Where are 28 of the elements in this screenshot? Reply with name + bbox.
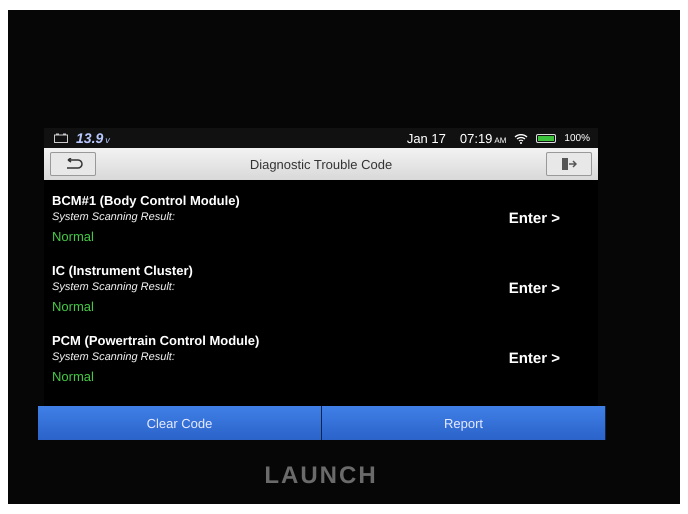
scan-result: Normal: [52, 228, 95, 244]
battery-icon: [536, 134, 556, 142]
exit-door-icon: [561, 157, 577, 171]
enter-button[interactable]: Enter >: [508, 280, 560, 296]
wifi-icon: [514, 132, 528, 144]
battery-percent: 100%: [564, 132, 590, 144]
clear-code-button[interactable]: Clear Code: [38, 406, 322, 440]
scan-result-label: System Scanning Result:: [52, 280, 176, 292]
report-button[interactable]: Report: [322, 406, 606, 440]
scan-result-label: System Scanning Result:: [52, 350, 176, 362]
bezel-logo: LAUNCH: [264, 462, 378, 490]
voltage-reading: 13.9: [76, 130, 104, 146]
module-name: PCM (Powertrain Control Module): [52, 332, 260, 348]
exit-button[interactable]: [546, 152, 592, 176]
voltage-unit: v: [105, 135, 110, 145]
scan-result: Normal: [52, 368, 95, 384]
enter-button[interactable]: Enter >: [508, 210, 560, 226]
module-name: IC (Instrument Cluster): [52, 262, 194, 278]
back-button[interactable]: [50, 152, 96, 176]
window-title: Diagnostic Trouble Code: [248, 156, 394, 172]
battery-voltage-icon: [54, 133, 68, 143]
module-name: BCM#1 (Body Control Module): [52, 192, 241, 208]
status-time: 07:19: [460, 130, 492, 146]
status-date: Jan 17: [406, 130, 446, 146]
status-ampm: AM: [494, 136, 506, 144]
scan-result-label: System Scanning Result:: [52, 210, 176, 222]
scan-result: Normal: [52, 298, 95, 314]
enter-button[interactable]: Enter >: [508, 350, 560, 366]
